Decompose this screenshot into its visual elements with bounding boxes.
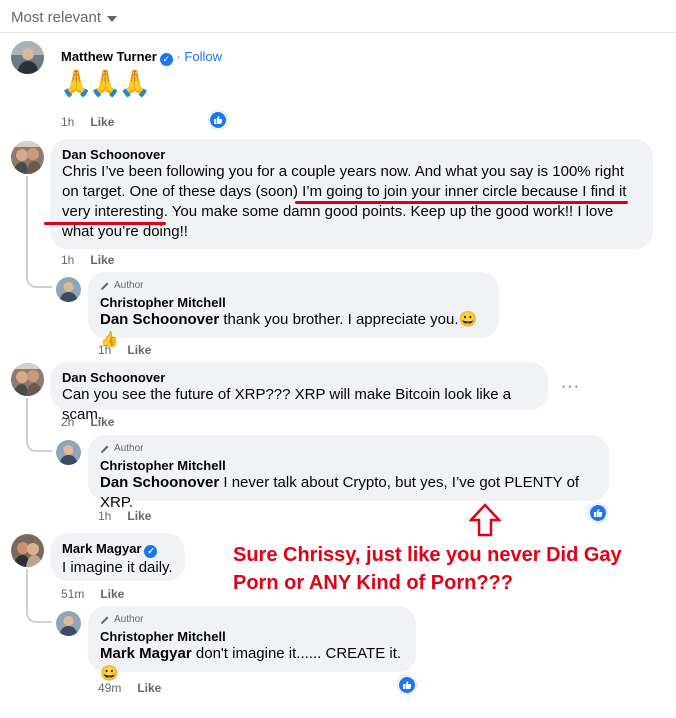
reaction-like-icon[interactable] xyxy=(209,111,227,129)
comment-meta: 49m Like xyxy=(98,681,161,695)
comment-bubble: Dan Schoonover Chris I’ve been following… xyxy=(50,139,653,249)
red-annotation-text: Sure Chrissy, just like you never Did Ga… xyxy=(233,544,622,594)
reply-text: Dan Schoonover I never talk about Crypto… xyxy=(100,474,580,511)
follow-link[interactable]: Follow xyxy=(184,49,222,64)
avatar[interactable] xyxy=(56,277,81,302)
mention-link[interactable]: Dan Schoonover xyxy=(100,311,219,328)
commenter-name[interactable]: Dan Schoonover xyxy=(62,370,536,385)
verified-badge-icon: ✓ xyxy=(144,545,158,558)
more-options-icon[interactable]: ··· xyxy=(561,378,580,396)
like-button[interactable]: Like xyxy=(90,253,114,267)
like-button[interactable]: Like xyxy=(90,415,114,429)
avatar[interactable] xyxy=(56,611,81,636)
avatar[interactable] xyxy=(11,41,44,74)
avatar[interactable] xyxy=(56,440,81,465)
timestamp[interactable]: 1h xyxy=(61,115,74,129)
avatar[interactable] xyxy=(11,141,44,174)
comment-bubble: Dan Schoonover Can you see the future of… xyxy=(50,362,548,423)
pencil-icon xyxy=(101,445,109,453)
like-button[interactable]: Like xyxy=(100,587,124,601)
reply-bubble: Author Christopher Mitchell Dan Schoonov… xyxy=(88,435,609,511)
avatar[interactable] xyxy=(11,534,44,567)
comment-meta: 1h Like xyxy=(61,115,114,129)
comment-meta: 1h Like xyxy=(61,253,114,267)
comment-text: Can you see the future of XRP??? XRP wil… xyxy=(62,386,512,423)
caret-down-icon xyxy=(107,15,118,22)
like-button[interactable]: Like xyxy=(127,509,151,523)
commenter-name[interactable]: Dan Schoonover xyxy=(62,147,641,162)
timestamp[interactable]: 1h xyxy=(61,253,74,267)
timestamp[interactable]: 2h xyxy=(61,415,74,429)
reaction-like-icon[interactable] xyxy=(589,504,607,522)
comment-meta: 1h Like xyxy=(98,343,151,357)
commenter-name[interactable]: Christopher Mitchell xyxy=(100,295,487,310)
pencil-icon xyxy=(101,282,109,290)
red-underline xyxy=(44,222,166,225)
reaction-like-icon[interactable] xyxy=(398,676,416,694)
comment-header: Matthew Turner ✓ · Follow xyxy=(61,49,222,66)
verified-badge-icon: ✓ xyxy=(159,53,173,66)
sort-label: Most relevant xyxy=(11,9,102,26)
comment-text: 🙏🙏🙏 xyxy=(60,68,151,98)
commenter-name[interactable]: Mark Magyar ✓ xyxy=(62,541,173,558)
reply-bubble: Author Christopher Mitchell Dan Schoonov… xyxy=(88,272,499,348)
comment-meta: 51m Like xyxy=(61,587,124,601)
comment-meta: 1h Like xyxy=(98,509,151,523)
mention-link[interactable]: Mark Magyar xyxy=(100,645,192,662)
commenter-name[interactable]: Matthew Turner xyxy=(61,49,157,64)
comment-meta: 2h Like xyxy=(61,415,114,429)
mention-link[interactable]: Dan Schoonover xyxy=(100,474,219,491)
timestamp[interactable]: 49m xyxy=(98,681,121,695)
divider xyxy=(0,32,676,33)
like-button[interactable]: Like xyxy=(90,115,114,129)
commenter-name[interactable]: Christopher Mitchell xyxy=(100,458,597,473)
like-button[interactable]: Like xyxy=(127,343,151,357)
red-arrow-icon xyxy=(469,503,501,537)
thread-line xyxy=(26,176,52,288)
reply-text: Dan Schoonover thank you brother. I appr… xyxy=(100,311,478,348)
avatar[interactable] xyxy=(11,363,44,396)
comment-bubble: Mark Magyar ✓ I imagine it daily. xyxy=(50,533,185,581)
reply-bubble: Author Christopher Mitchell Mark Magyar … xyxy=(88,606,416,682)
timestamp[interactable]: 51m xyxy=(61,587,84,601)
red-underline xyxy=(295,201,628,204)
thread-line xyxy=(26,398,52,452)
commenter-name[interactable]: Christopher Mitchell xyxy=(100,629,404,644)
author-tag: Author xyxy=(100,614,404,625)
author-tag: Author xyxy=(100,443,597,454)
timestamp[interactable]: 1h xyxy=(98,509,111,523)
comment-text: I imagine it daily. xyxy=(62,559,173,576)
like-button[interactable]: Like xyxy=(137,681,161,695)
sort-dropdown[interactable]: Most relevant xyxy=(11,9,118,26)
pencil-icon xyxy=(101,616,109,624)
author-tag: Author xyxy=(100,280,487,291)
reply-text: Mark Magyar don't imagine it...... CREAT… xyxy=(100,645,402,682)
timestamp[interactable]: 1h xyxy=(98,343,111,357)
thread-line xyxy=(26,569,52,623)
